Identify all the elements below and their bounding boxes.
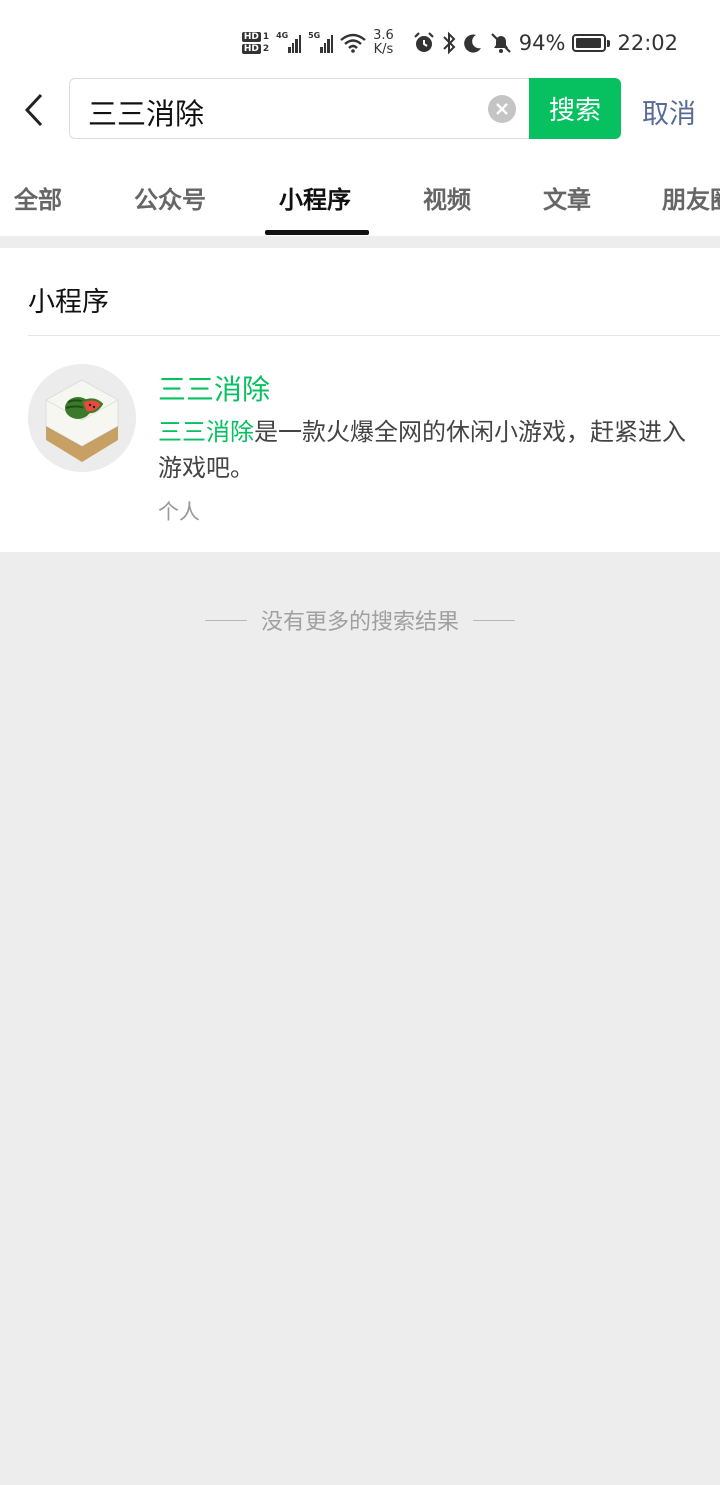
hd-indicators: HD 1 HD 2 <box>241 32 270 54</box>
no-more-text: 没有更多的搜索结果 <box>260 610 459 635</box>
tab-articles[interactable]: 文章 <box>543 180 591 215</box>
mute-bell-icon <box>491 33 511 53</box>
status-bar: HD 1 HD 2 4G 5G 3.6 K/s 94% 22:02 <box>0 0 720 78</box>
battery-fill <box>576 38 601 48</box>
back-button[interactable] <box>14 86 54 134</box>
speed-value: 3.6 <box>373 28 394 43</box>
right-rule <box>473 619 515 621</box>
search-bar: 三三消除 搜索 取消 <box>0 78 720 142</box>
left-rule <box>204 619 247 621</box>
result-account-type: 个人 <box>158 500 200 524</box>
watermelon-tile-icon <box>28 364 136 472</box>
tab-mini-programs[interactable]: 小程序 <box>279 180 351 215</box>
hd2-badge: HD <box>241 44 261 54</box>
result-item[interactable]: 三三消除 三三消除是一款火爆全网的休闲小游戏，赶紧进入游戏吧。 个人 <box>0 336 720 552</box>
category-tabs: 全部 公众号 小程序 视频 文章 朋友圈 <box>0 142 720 236</box>
no-more-results: 没有更多的搜索结果 <box>0 604 720 636</box>
sim2-label: 2 <box>262 44 270 54</box>
result-description: 三三消除是一款火爆全网的休闲小游戏，赶紧进入游戏吧。 <box>158 414 688 486</box>
app-avatar <box>28 364 136 472</box>
cancel-button[interactable]: 取消 <box>642 92 696 131</box>
net1-label: 4G <box>276 31 289 40</box>
tab-moments[interactable]: 朋友圈 <box>662 180 720 215</box>
result-title: 三三消除 <box>158 373 271 406</box>
search-input[interactable]: 三三消除 <box>88 91 204 133</box>
status-icons: HD 1 HD 2 4G 5G 3.6 K/s 94% 22:02 <box>241 24 678 62</box>
tab-videos[interactable]: 视频 <box>423 180 471 215</box>
battery-icon <box>572 34 611 52</box>
section-title: 小程序 <box>28 287 109 318</box>
battery-percent: 94% <box>518 31 566 55</box>
signal-5g-icon: 5G <box>308 31 334 53</box>
moon-icon <box>463 34 481 53</box>
results-card: 小程序 三三消除 三三消除是一款火爆全网的休闲小游戏，赶紧进入游戏吧。 个人 <box>0 248 720 552</box>
signal-4g-icon: 4G <box>276 31 302 53</box>
bluetooth-icon <box>443 31 456 55</box>
wifi-icon <box>340 33 366 53</box>
network-speed: 3.6 K/s <box>373 29 394 57</box>
alarm-icon <box>414 32 434 52</box>
description-highlight: 三三消除 <box>158 418 254 446</box>
tab-official-accounts[interactable]: 公众号 <box>134 180 206 215</box>
search-field[interactable]: 三三消除 <box>69 78 529 139</box>
clear-icon <box>496 103 508 115</box>
sim1-label: 1 <box>262 32 270 42</box>
search-button[interactable]: 搜索 <box>529 78 621 139</box>
clock: 22:02 <box>617 31 678 55</box>
tab-all[interactable]: 全部 <box>14 180 62 215</box>
hd1-badge: HD <box>241 32 261 42</box>
net2-label: 5G <box>308 31 321 40</box>
speed-unit: K/s <box>373 42 394 57</box>
active-tab-indicator <box>265 230 369 235</box>
clear-button[interactable] <box>488 95 516 123</box>
back-arrow-icon <box>24 93 43 127</box>
